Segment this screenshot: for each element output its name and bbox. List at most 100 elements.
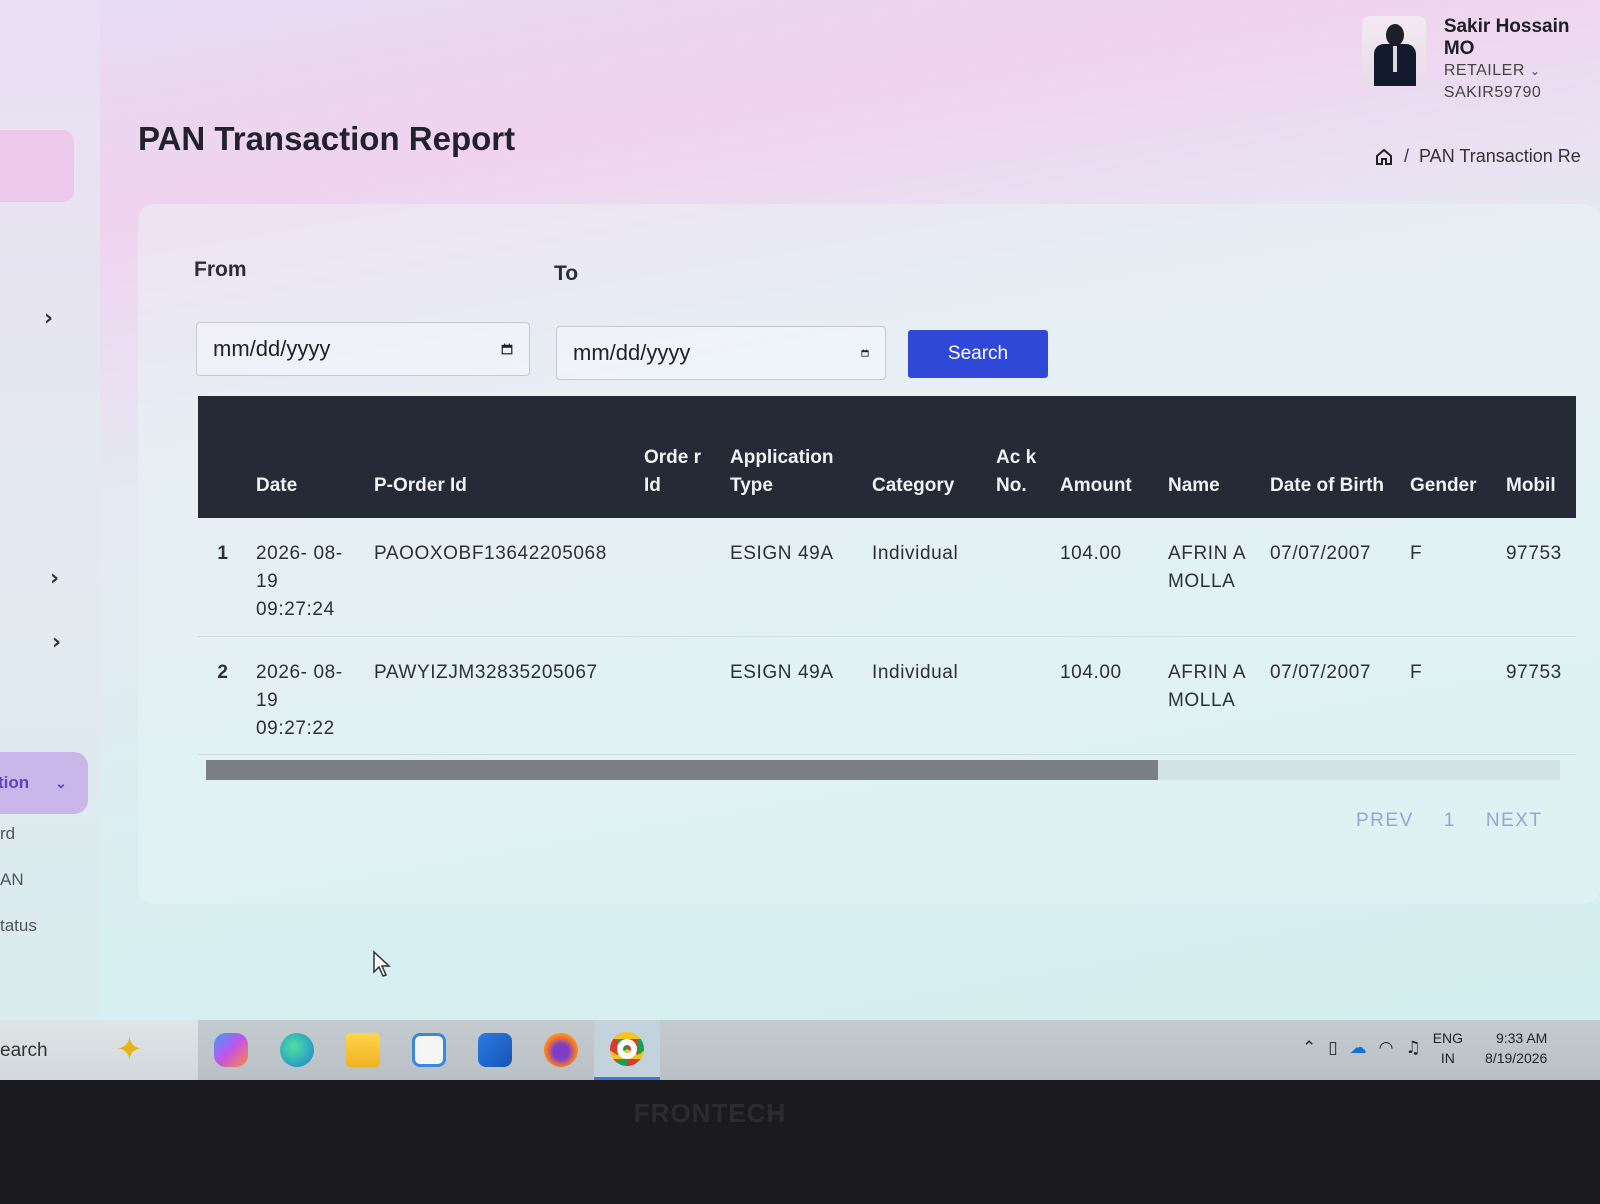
cell-gender: F	[1410, 543, 1423, 564]
from-date-field[interactable]	[196, 322, 530, 376]
transactions-table-container[interactable]: Date P-Order Id Orde r Id Application Ty…	[198, 396, 1576, 776]
from-label: From	[194, 258, 247, 281]
clock-time: 9:33 AM	[1495, 1030, 1548, 1046]
cell-order-id	[636, 518, 722, 636]
column-header-date[interactable]: Date	[248, 396, 366, 518]
sidebar: › › › tion ⌄ rd AN tatus	[0, 0, 100, 1030]
sidebar-item-active[interactable]: tion ⌄	[0, 752, 88, 814]
column-header-p-order-id[interactable]: P-Order Id	[366, 396, 636, 518]
calendar-icon[interactable]	[861, 343, 869, 363]
transactions-table: Date P-Order Id Orde r Id Application Ty…	[198, 396, 1576, 755]
region-code: IN	[1440, 1050, 1455, 1066]
taskbar-search-label: earch	[0, 1040, 48, 1061]
to-date-input[interactable]	[573, 340, 861, 366]
user-role: RETAILER	[1443, 62, 1525, 79]
breadcrumb: / PAN Transaction Re	[1374, 146, 1581, 167]
horizontal-scrollbar-thumb[interactable]	[206, 760, 1158, 780]
column-header	[198, 396, 248, 518]
column-header-mobile[interactable]: Mobil	[1498, 396, 1576, 518]
next-page-button[interactable]: NEXT	[1486, 810, 1543, 832]
user-id: SAKIR59790	[1443, 84, 1542, 101]
pagination: PREV 1 NEXT	[1356, 810, 1543, 832]
cell-mobile: 97753	[1506, 661, 1562, 683]
table-header-row: Date P-Order Id Orde r Id Application Ty…	[198, 396, 1576, 518]
taskbar-apps	[198, 1020, 660, 1080]
file-explorer-icon[interactable]	[330, 1020, 396, 1080]
cell-amount: 104.00	[1060, 543, 1122, 564]
search-button[interactable]: Search	[908, 330, 1048, 378]
breadcrumb-separator: /	[1404, 146, 1410, 166]
column-header-application-type[interactable]: Application Type	[722, 396, 864, 518]
device-icon[interactable]: ▯	[1328, 1038, 1337, 1058]
taskbar: earch ✦ ⌃ ▯ ☁ ◠ ♫ ENG IN 9:33 AM 8/19/20…	[0, 1020, 1600, 1080]
chevron-right-icon[interactable]: ›	[50, 566, 59, 591]
to-label: To	[554, 262, 579, 285]
column-header-ack-no[interactable]: Ac k No.	[988, 396, 1052, 518]
table-row[interactable]: 1 2026- 08-19 09:27:24 PAOOXOBF136422050…	[198, 518, 1576, 636]
cell-gender: F	[1410, 661, 1423, 683]
chrome-icon[interactable]	[594, 1020, 660, 1080]
sidebar-item[interactable]: tatus	[0, 916, 37, 936]
chevron-down-icon: ⌄	[55, 774, 67, 791]
calendar-icon[interactable]	[501, 339, 513, 359]
cell-category: Individual	[872, 543, 959, 564]
copilot-icon[interactable]	[198, 1020, 264, 1080]
avatar[interactable]	[1362, 16, 1426, 86]
from-date-input[interactable]	[213, 336, 501, 362]
user-name: Sakir Hossain MO	[1443, 16, 1570, 59]
language-indicator[interactable]: ENG IN	[1433, 1028, 1463, 1068]
table-row[interactable]: 2 2026- 08-19 09:27:22 PAWYIZJM328352050…	[198, 636, 1576, 754]
row-index: 2	[217, 661, 229, 683]
firefox-icon[interactable]	[528, 1020, 594, 1080]
cell-name: AFRIN A MOLLA	[1168, 543, 1246, 592]
monitor-brand-logo: FRONTECH	[633, 1098, 787, 1128]
column-header-gender[interactable]: Gender	[1402, 396, 1498, 518]
sidebar-item-label: tion	[0, 773, 30, 792]
sparkle-icon[interactable]: ✦	[116, 1030, 143, 1068]
cell-p-order-id: PAOOXOBF13642205068	[374, 543, 607, 564]
column-header-name[interactable]: Name	[1160, 396, 1262, 518]
current-page[interactable]: 1	[1444, 810, 1456, 832]
column-header-dob[interactable]: Date of Birth	[1262, 396, 1402, 518]
screen: › › › tion ⌄ rd AN tatus Sakir Hossain M…	[0, 0, 1600, 1030]
outlook-icon[interactable]	[462, 1020, 528, 1080]
wifi-icon[interactable]: ◠	[1379, 1038, 1394, 1058]
cell-order-id	[636, 636, 722, 754]
chevron-right-icon[interactable]: ›	[44, 306, 53, 331]
cell-mobile: 97753	[1506, 543, 1562, 564]
cell-dob: 07/07/2007	[1270, 661, 1372, 683]
user-role-dropdown[interactable]: RETAILER ⌄	[1444, 60, 1600, 82]
row-index: 1	[217, 543, 229, 564]
column-header-order-id[interactable]: Orde r Id	[636, 396, 722, 518]
prev-page-button[interactable]: PREV	[1356, 810, 1414, 832]
column-header-category[interactable]: Category	[864, 396, 988, 518]
taskbar-search[interactable]: earch ✦	[0, 1020, 198, 1080]
sidebar-item[interactable]: rd	[0, 824, 15, 844]
home-icon[interactable]	[1374, 147, 1394, 167]
volume-icon[interactable]: ♫	[1405, 1038, 1420, 1058]
sidebar-highlight-block[interactable]	[0, 130, 74, 202]
onedrive-icon[interactable]: ☁	[1350, 1038, 1367, 1058]
chevron-down-icon: ⌄	[1529, 64, 1541, 78]
store-icon[interactable]	[396, 1020, 462, 1080]
sidebar-item[interactable]: AN	[0, 870, 24, 890]
cell-amount: 104.00	[1060, 661, 1122, 683]
cell-name: AFRIN A MOLLA	[1168, 661, 1246, 711]
clock-date: 8/19/2026	[1485, 1050, 1548, 1066]
cell-date: 2026- 08-19 09:27:24	[256, 543, 343, 620]
column-header-amount[interactable]: Amount	[1052, 396, 1160, 518]
to-date-field[interactable]	[556, 326, 886, 380]
page-title: PAN Transaction Report	[138, 120, 516, 157]
cell-ack-no	[988, 518, 1052, 636]
chevron-right-icon[interactable]: ›	[52, 630, 61, 655]
cell-application-type: ESIGN 49A	[730, 661, 834, 683]
edge-icon[interactable]	[264, 1020, 330, 1080]
cell-date: 2026- 08-19 09:27:22	[256, 661, 343, 739]
cell-p-order-id: PAWYIZJM32835205067	[374, 661, 598, 683]
chevron-up-icon[interactable]: ⌃	[1302, 1038, 1316, 1058]
breadcrumb-current: PAN Transaction Re	[1419, 146, 1581, 166]
user-profile[interactable]: Sakir Hossain MO RETAILER ⌄ SAKIR59790	[1362, 16, 1600, 104]
clock[interactable]: 9:33 AM 8/19/2026	[1485, 1028, 1547, 1068]
mouse-cursor-icon	[373, 950, 391, 977]
cell-dob: 07/07/2007	[1270, 543, 1372, 564]
